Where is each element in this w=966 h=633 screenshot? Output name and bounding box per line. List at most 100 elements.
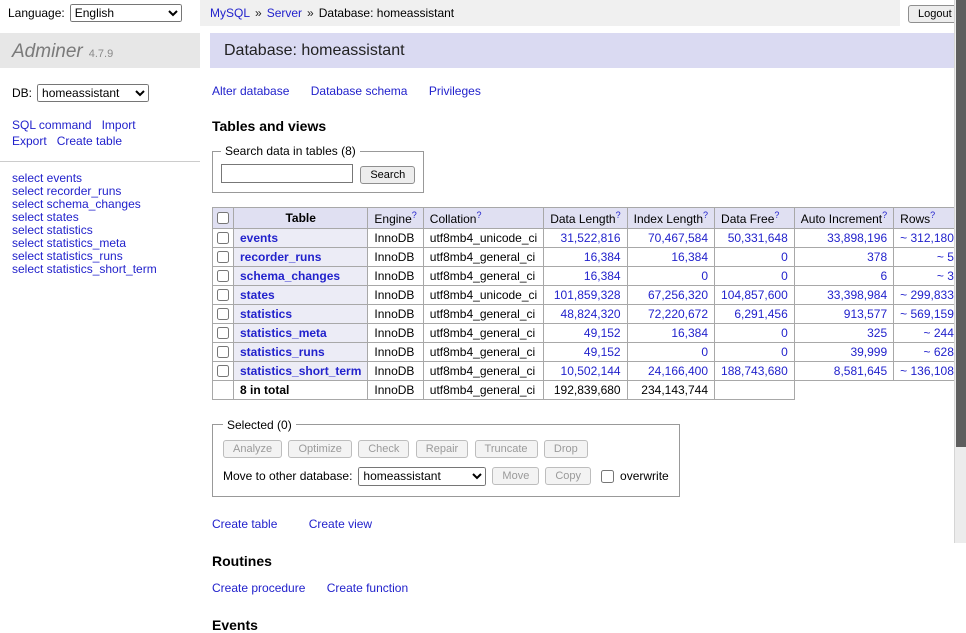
help-icon[interactable]: ? xyxy=(930,210,935,220)
table-link[interactable]: statistics xyxy=(240,307,292,321)
help-icon[interactable]: ? xyxy=(882,210,887,220)
copy-button[interactable]: Copy xyxy=(545,467,591,485)
move-database-select[interactable]: homeassistant xyxy=(358,467,486,486)
db-select[interactable]: homeassistant xyxy=(37,84,149,102)
auto-increment-link[interactable]: 913,577 xyxy=(844,307,887,321)
language-select[interactable]: English xyxy=(70,4,182,22)
data-length-link[interactable]: 48,824,320 xyxy=(561,307,621,321)
table-link[interactable]: statistics_meta xyxy=(240,326,327,340)
select-all-checkbox[interactable] xyxy=(217,212,229,224)
rows-count-link[interactable]: ~ 312,180 xyxy=(900,231,954,245)
collation-cell: utf8mb4_general_ci xyxy=(423,361,543,380)
data-free-link[interactable]: 0 xyxy=(781,345,788,359)
auto-increment-link[interactable]: 8,581,645 xyxy=(834,364,887,378)
table-link[interactable]: states xyxy=(240,288,275,302)
rows-count-link[interactable]: ~ 244 xyxy=(924,326,954,340)
breadcrumb-mysql-link[interactable]: MySQL xyxy=(210,6,250,20)
help-icon[interactable]: ? xyxy=(412,210,417,220)
auto-increment-link[interactable]: 325 xyxy=(867,326,887,340)
data-length-link[interactable]: 101,859,328 xyxy=(554,288,621,302)
search-button[interactable]: Search xyxy=(360,166,415,184)
check-button[interactable]: Check xyxy=(358,440,409,458)
help-icon[interactable]: ? xyxy=(616,210,621,220)
auto-increment-link[interactable]: 378 xyxy=(867,250,887,264)
privileges-link[interactable]: Privileges xyxy=(429,84,481,98)
row-checkbox[interactable] xyxy=(217,365,229,377)
index-length-link[interactable]: 0 xyxy=(701,345,708,359)
auto-increment-link[interactable]: 39,999 xyxy=(850,345,887,359)
data-free-link[interactable]: 50,331,648 xyxy=(728,231,788,245)
sidebar-item-select-statistics-short-term[interactable]: select statistics_short_term xyxy=(12,263,188,276)
data-length-link[interactable]: 49,152 xyxy=(584,326,621,340)
create-table-link-main[interactable]: Create table xyxy=(212,517,277,531)
drop-button[interactable]: Drop xyxy=(544,440,588,458)
auto-increment-link[interactable]: 33,398,984 xyxy=(827,288,887,302)
index-length-link[interactable]: 16,384 xyxy=(671,250,708,264)
data-free-link[interactable]: 0 xyxy=(781,269,788,283)
row-checkbox[interactable] xyxy=(217,232,229,244)
table-row: recorder_runs InnoDB utf8mb4_general_ci … xyxy=(213,247,966,266)
row-checkbox[interactable] xyxy=(217,308,229,320)
engine-cell: InnoDB xyxy=(368,228,423,247)
sql-command-link[interactable]: SQL command xyxy=(12,118,92,132)
rows-count-link[interactable]: ~ 628 xyxy=(924,345,954,359)
index-length-link[interactable]: 24,166,400 xyxy=(648,364,708,378)
overwrite-checkbox[interactable] xyxy=(601,470,614,483)
data-free-link[interactable]: 104,857,600 xyxy=(721,288,788,302)
row-checkbox[interactable] xyxy=(217,270,229,282)
data-free-link[interactable]: 0 xyxy=(781,326,788,340)
truncate-button[interactable]: Truncate xyxy=(475,440,538,458)
data-length-link[interactable]: 49,152 xyxy=(584,345,621,359)
table-link[interactable]: statistics_runs xyxy=(240,345,325,359)
language-area: Language: English xyxy=(0,0,200,26)
index-length-link[interactable]: 70,467,584 xyxy=(648,231,708,245)
analyze-button[interactable]: Analyze xyxy=(223,440,282,458)
index-length-link[interactable]: 67,256,320 xyxy=(648,288,708,302)
create-view-link[interactable]: Create view xyxy=(309,517,372,531)
help-icon[interactable]: ? xyxy=(703,210,708,220)
data-length-link[interactable]: 31,522,816 xyxy=(561,231,621,245)
help-icon[interactable]: ? xyxy=(476,210,481,220)
index-length-link[interactable]: 72,220,672 xyxy=(648,307,708,321)
column-header-engine: Engine? xyxy=(368,207,423,228)
row-checkbox[interactable] xyxy=(217,346,229,358)
create-table-link[interactable]: Create table xyxy=(57,134,122,148)
column-header-rows: Rows? xyxy=(894,207,961,228)
rows-count-link[interactable]: ~ 299,833 xyxy=(900,288,954,302)
rows-count-link[interactable]: ~ 569,159 xyxy=(900,307,954,321)
rows-count-link[interactable]: ~ 136,108 xyxy=(900,364,954,378)
rows-count-link[interactable]: ~ 3 xyxy=(937,269,954,283)
create-function-link[interactable]: Create function xyxy=(327,581,408,595)
help-icon[interactable]: ? xyxy=(774,210,779,220)
table-link[interactable]: schema_changes xyxy=(240,269,340,283)
data-free-link[interactable]: 188,743,680 xyxy=(721,364,788,378)
index-length-link[interactable]: 16,384 xyxy=(671,326,708,340)
breadcrumb-server-link[interactable]: Server xyxy=(267,6,302,20)
table-link[interactable]: statistics_short_term xyxy=(240,364,361,378)
index-length-link[interactable]: 0 xyxy=(701,269,708,283)
table-link[interactable]: events xyxy=(240,231,278,245)
data-length-link[interactable]: 16,384 xyxy=(584,250,621,264)
data-free-link[interactable]: 6,291,456 xyxy=(734,307,787,321)
data-free-link[interactable]: 0 xyxy=(781,250,788,264)
database-schema-link[interactable]: Database schema xyxy=(311,84,408,98)
row-checkbox[interactable] xyxy=(217,327,229,339)
search-input[interactable] xyxy=(221,164,353,183)
create-procedure-link[interactable]: Create procedure xyxy=(212,581,305,595)
data-length-link[interactable]: 10,502,144 xyxy=(561,364,621,378)
optimize-button[interactable]: Optimize xyxy=(288,440,351,458)
alter-database-link[interactable]: Alter database xyxy=(212,84,289,98)
table-link[interactable]: recorder_runs xyxy=(240,250,321,264)
export-link[interactable]: Export xyxy=(12,134,47,148)
row-checkbox[interactable] xyxy=(217,289,229,301)
repair-button[interactable]: Repair xyxy=(416,440,468,458)
data-length-link[interactable]: 16,384 xyxy=(584,269,621,283)
move-button[interactable]: Move xyxy=(492,467,539,485)
scrollbar-thumb[interactable] xyxy=(956,0,966,447)
auto-increment-link[interactable]: 33,898,196 xyxy=(827,231,887,245)
vertical-scrollbar[interactable] xyxy=(954,0,966,543)
auto-increment-link[interactable]: 6 xyxy=(880,269,887,283)
row-checkbox[interactable] xyxy=(217,251,229,263)
import-link[interactable]: Import xyxy=(102,118,136,132)
rows-count-link[interactable]: ~ 5 xyxy=(937,250,954,264)
